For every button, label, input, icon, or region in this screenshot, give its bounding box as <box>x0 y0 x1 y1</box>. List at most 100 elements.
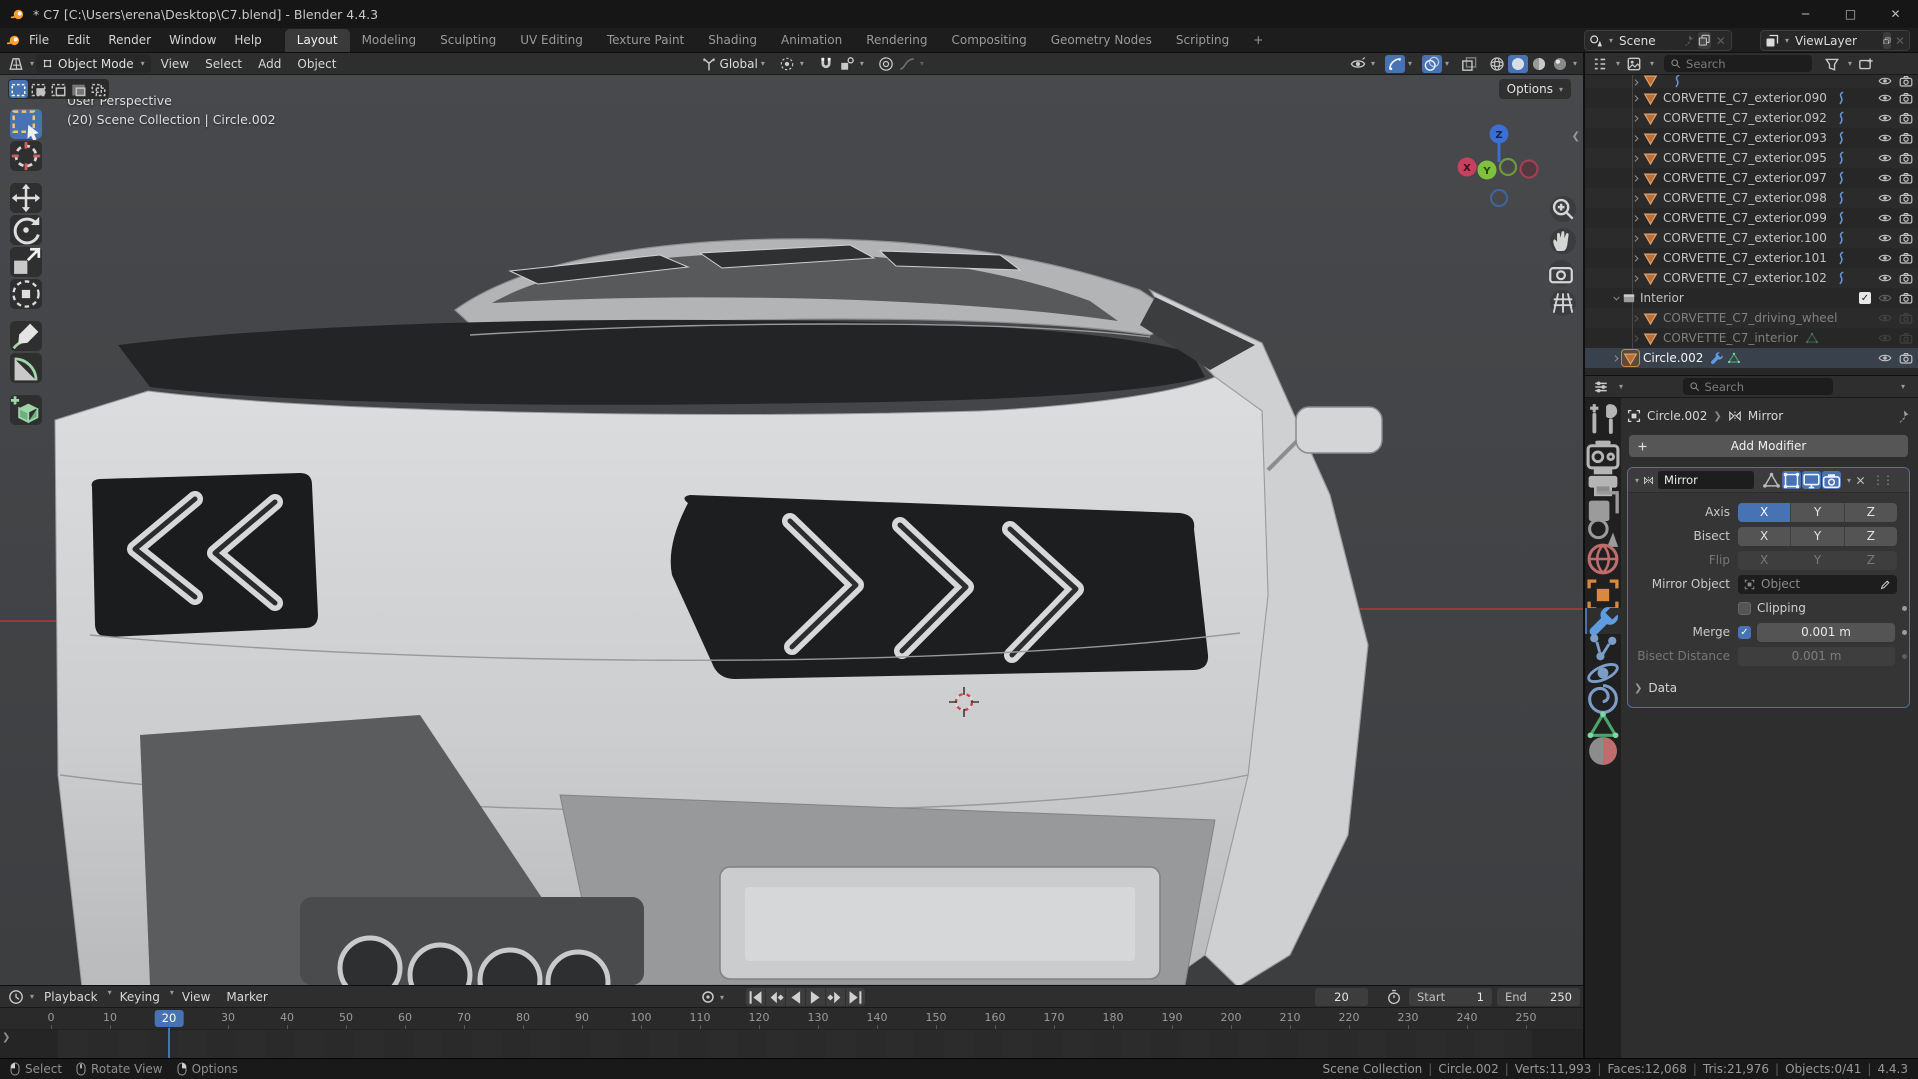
select-box-tool[interactable] <box>10 109 42 140</box>
measure-tool[interactable] <box>10 353 42 383</box>
transform-orientation-icon[interactable] <box>699 55 719 73</box>
filter-icon[interactable] <box>1822 55 1842 73</box>
annotate-tool[interactable] <box>10 321 42 351</box>
timeline-ruler[interactable]: 0 10 30 40 50 60 70 80 90 100 110 120 130 140 150 160 17… <box>0 1008 1583 1030</box>
display-mode-icon[interactable] <box>1624 55 1644 73</box>
chevron-right-icon[interactable] <box>1631 133 1642 144</box>
disable-in-renders-icon[interactable] <box>1899 75 1913 88</box>
overlays-toggle-icon[interactable] <box>1421 54 1442 73</box>
menu-window[interactable]: Window <box>160 30 225 50</box>
mirror-object-field[interactable]: Object <box>1738 574 1897 594</box>
disable-in-renders-icon[interactable] <box>1899 111 1913 125</box>
next-keyframe-button[interactable] <box>826 988 845 1006</box>
orientation-label[interactable]: Global <box>720 57 758 71</box>
outliner-row-corvette-c7-exterior-099[interactable]: CORVETTE_C7_exterior.099 <box>1585 208 1918 228</box>
pan-button[interactable] <box>1550 228 1576 254</box>
camera-view-button[interactable] <box>1548 260 1574 286</box>
add-cube-tool[interactable] <box>10 395 42 425</box>
chevron-right-icon[interactable] <box>1631 193 1642 204</box>
outliner-row-corvette-c7-exterior-093[interactable]: CORVETTE_C7_exterior.093 <box>1585 128 1918 148</box>
outliner-search-input[interactable] <box>1686 56 1807 71</box>
tool-icon[interactable] <box>1585 404 1621 434</box>
axis-x-button[interactable]: X <box>1738 502 1792 522</box>
hide-in-viewport-icon[interactable] <box>1878 91 1892 105</box>
viewport-menu-add[interactable]: Add <box>250 55 289 73</box>
xray-toggle-icon[interactable] <box>1459 55 1479 73</box>
shading-wireframe-icon[interactable] <box>1487 55 1507 73</box>
chevron-right-icon[interactable] <box>1631 273 1642 284</box>
timeline-menu-marker[interactable]: Marker <box>218 988 275 1006</box>
disable-in-renders-icon[interactable] <box>1899 331 1913 345</box>
projection-toggle-button[interactable] <box>1550 290 1576 316</box>
outliner-row-corvette-c7-interior[interactable]: CORVETTE_C7_interior <box>1585 328 1918 348</box>
outliner-row-interior[interactable]: Interior ✓ <box>1585 288 1918 308</box>
select-mode-subtract[interactable] <box>49 80 68 98</box>
disable-in-renders-icon[interactable] <box>1899 151 1913 165</box>
axis-y-button[interactable]: Y <box>1791 502 1845 522</box>
workspace-tab-texture-paint[interactable]: Texture Paint <box>595 29 696 52</box>
select-mode-intersect[interactable] <box>89 80 108 98</box>
render-toggle[interactable] <box>1822 471 1842 489</box>
chevron-down-icon[interactable] <box>1611 293 1622 304</box>
play-forward-button[interactable] <box>806 988 825 1006</box>
collapse-chevron-icon[interactable]: ▾ <box>1635 476 1639 485</box>
pin-icon[interactable] <box>1682 32 1694 49</box>
hide-in-viewport-icon[interactable] <box>1878 131 1892 145</box>
breadcrumb-object[interactable]: Circle.002 <box>1647 409 1707 423</box>
bisect-y-button[interactable]: Y <box>1791 526 1845 546</box>
chevron-right-icon[interactable] <box>1631 113 1642 124</box>
rotate-tool[interactable] <box>10 215 42 245</box>
add-modifier-button[interactable]: Add Modifier <box>1629 435 1908 457</box>
disable-in-renders-icon[interactable] <box>1899 211 1913 225</box>
outliner-row-corvette-c7-exterior-092[interactable]: CORVETTE_C7_exterior.092 <box>1585 108 1918 128</box>
select-mode-new[interactable] <box>9 80 28 98</box>
sidebar-toggle-icon[interactable]: ❮ <box>1572 131 1580 142</box>
menu-file[interactable]: File <box>20 30 58 50</box>
start-frame-field[interactable]: Start 1 <box>1409 988 1492 1006</box>
chevron-right-icon[interactable] <box>1631 153 1642 164</box>
disable-in-renders-icon[interactable] <box>1899 131 1913 145</box>
drag-handle-icon[interactable]: ⋮⋮ <box>1872 473 1894 487</box>
workspace-tab-modeling[interactable]: Modeling <box>350 29 429 52</box>
outliner-row-corvette-c7-exterior-097[interactable]: CORVETTE_C7_exterior.097 <box>1585 168 1918 188</box>
material-icon[interactable] <box>1585 737 1621 765</box>
mode-selector[interactable]: Object Mode ▾ <box>36 54 151 73</box>
move-tool[interactable] <box>10 183 42 213</box>
disable-in-renders-icon[interactable] <box>1899 191 1913 205</box>
workspace-tab-compositing[interactable]: Compositing <box>939 29 1038 52</box>
menu-edit[interactable]: Edit <box>58 30 99 50</box>
chevron-right-icon[interactable] <box>1631 313 1642 324</box>
maximize-button[interactable]: □ <box>1828 0 1873 28</box>
chevron-right-icon[interactable] <box>1631 173 1642 184</box>
hide-in-viewport-icon[interactable] <box>1878 351 1892 365</box>
disable-in-renders-icon[interactable] <box>1899 171 1913 185</box>
disable-in-renders-icon[interactable] <box>1899 231 1913 245</box>
hide-in-viewport-icon[interactable] <box>1878 331 1892 345</box>
viewport-menu-view[interactable]: View <box>153 55 197 73</box>
editor-type-button[interactable] <box>6 55 26 73</box>
timeline-editor[interactable]: ▾ Playback ▾ Keying ▾ View Marker ▾ 20 Start 1… <box>0 985 1583 1059</box>
play-reverse-button[interactable] <box>786 988 805 1006</box>
workspace-tab-layout[interactable]: Layout <box>284 29 350 52</box>
cursor-tool[interactable] <box>10 141 42 171</box>
hide-in-viewport-icon[interactable] <box>1878 171 1892 185</box>
snap-target-icon[interactable] <box>837 55 857 73</box>
outliner-row-corvette-c7-exterior-101[interactable]: CORVETTE_C7_exterior.101 <box>1585 248 1918 268</box>
options-dropdown[interactable]: Options ▾ <box>1498 79 1571 99</box>
visibility-icon[interactable] <box>1348 55 1368 73</box>
select-mode-invert[interactable] <box>69 80 88 98</box>
pivot-point-icon[interactable] <box>777 55 797 73</box>
disable-in-renders-icon[interactable] <box>1899 311 1913 325</box>
timeline-menu-keying[interactable]: Keying <box>112 988 168 1006</box>
hide-in-viewport-icon[interactable] <box>1878 151 1892 165</box>
pin-icon[interactable] <box>1896 409 1910 423</box>
outliner-row-circle-002[interactable]: Circle.002 <box>1585 348 1918 368</box>
menu-help[interactable]: Help <box>225 30 270 50</box>
chevron-right-icon[interactable] <box>1631 253 1642 264</box>
disable-in-renders-icon[interactable] <box>1899 271 1913 285</box>
scene-selector[interactable]: ▾ Scene ✕ <box>1584 30 1732 51</box>
prev-keyframe-button[interactable] <box>766 988 785 1006</box>
world-icon[interactable] <box>1585 543 1621 575</box>
eyedropper-icon[interactable] <box>1880 579 1891 590</box>
chevron-right-icon[interactable] <box>1631 77 1642 88</box>
